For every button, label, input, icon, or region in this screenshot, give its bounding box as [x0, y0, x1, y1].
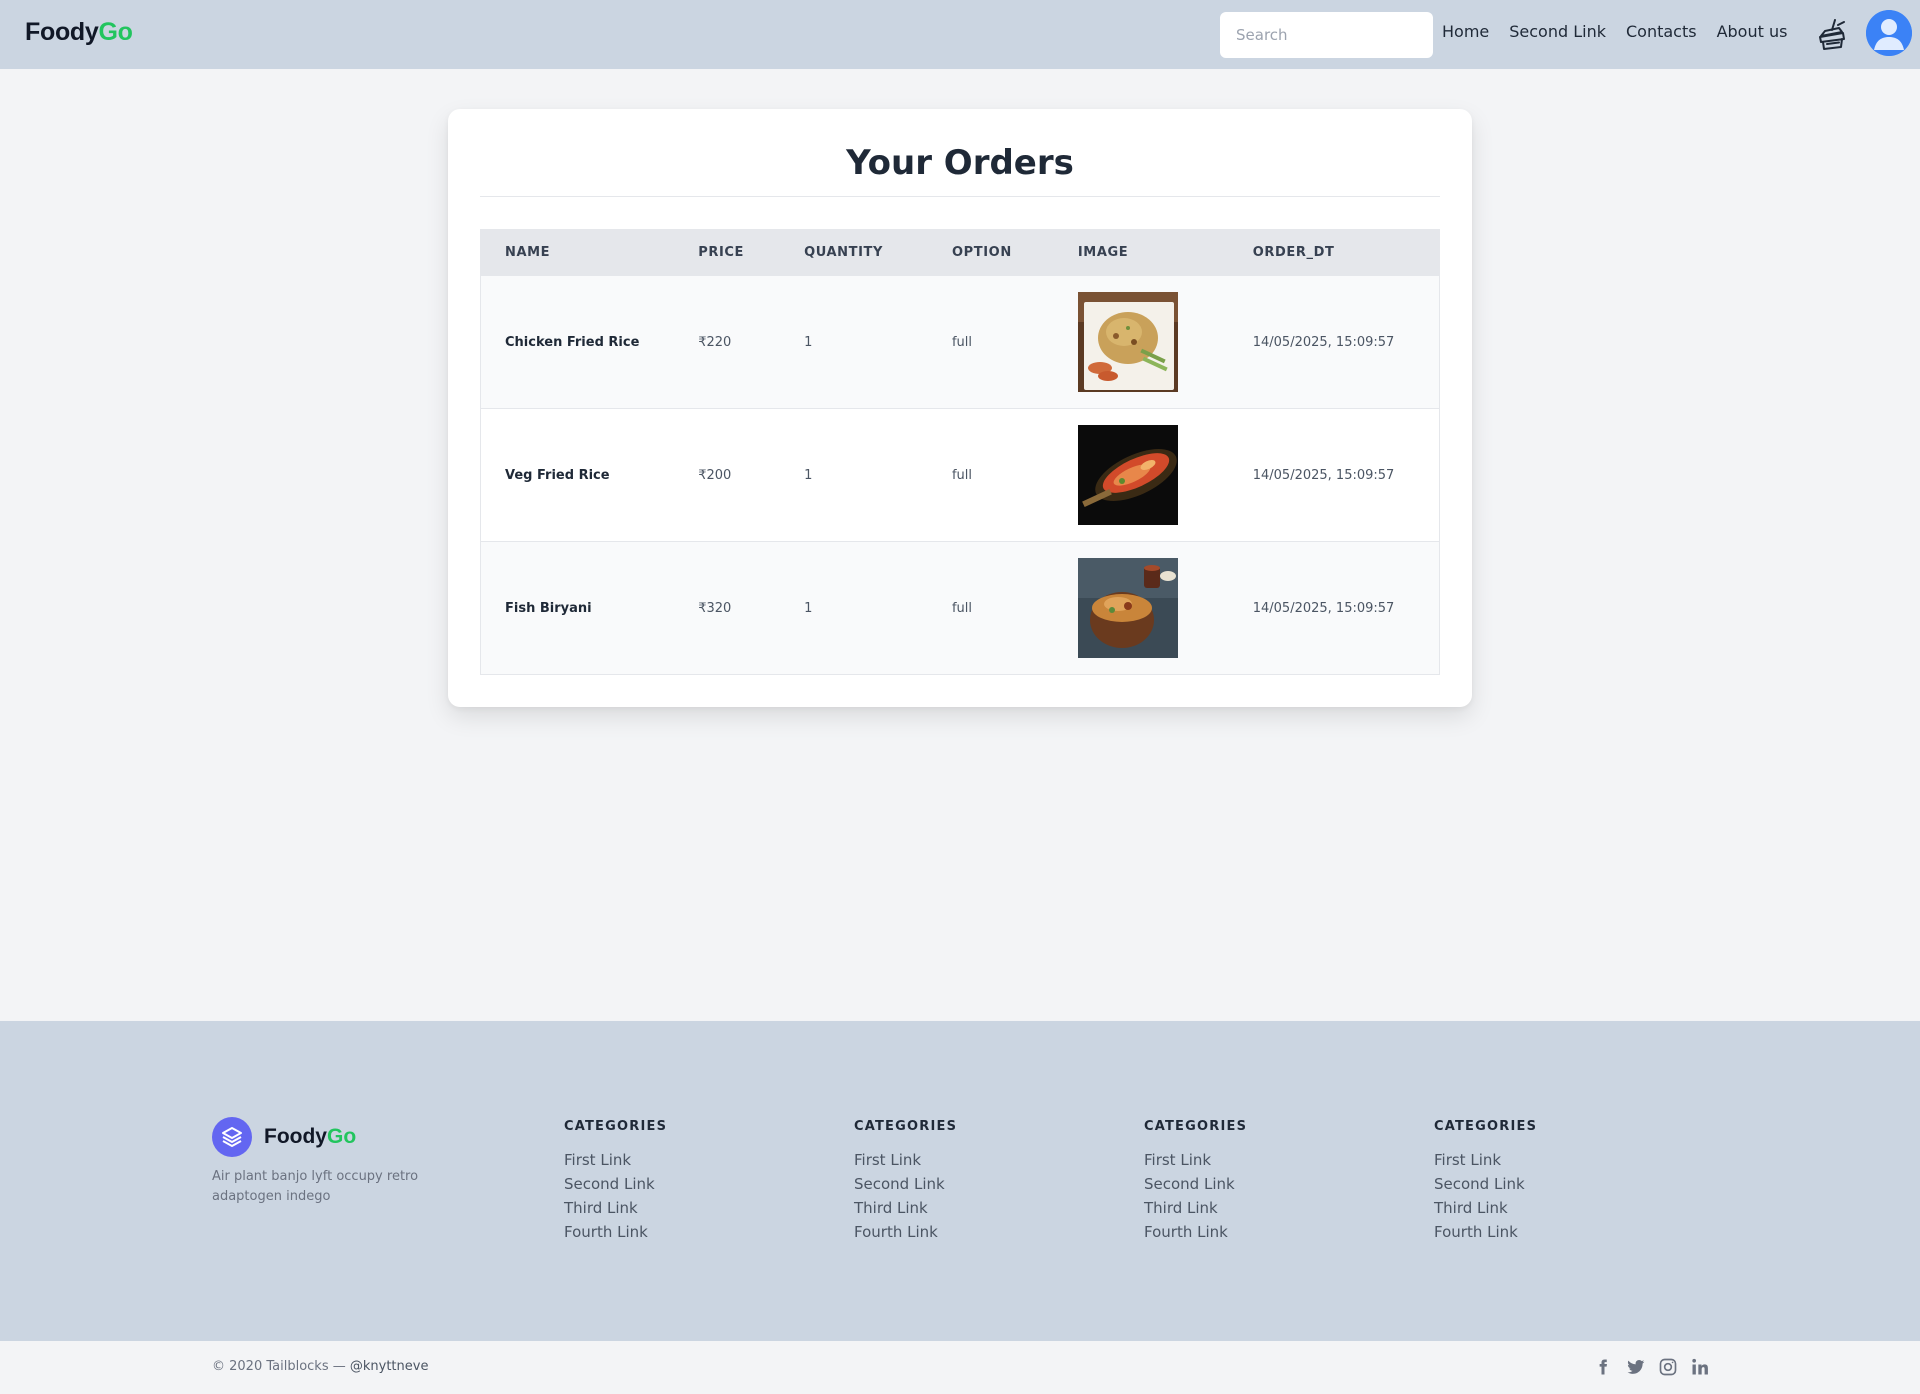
- footer-column-heading: CATEGORIES: [1434, 1119, 1538, 1134]
- brand-name-part1: Foody: [25, 18, 99, 46]
- chicken-fried-rice-image: [1077, 292, 1178, 392]
- nav-home-link[interactable]: Home: [1442, 22, 1489, 41]
- page-title: Your Orders: [846, 143, 1074, 183]
- footer-tagline: Air plant banjo lyft occupy retro adapto…: [212, 1169, 419, 1204]
- veg-fried-rice-image: [1077, 425, 1178, 525]
- footer-link[interactable]: Third Link: [1144, 1196, 1247, 1220]
- order-image-cell: [1054, 542, 1229, 675]
- footer-column-2: CATEGORIES First Link Second Link Third …: [854, 1119, 957, 1244]
- column-header-price: PRICE: [698, 245, 744, 260]
- nav-about-link[interactable]: About us: [1717, 22, 1788, 41]
- table-row: Chicken Fried Rice ₹220 1 full 14/05/202…: [480, 275, 1440, 409]
- footer-link[interactable]: First Link: [854, 1148, 957, 1172]
- order-price: ₹320: [698, 600, 732, 616]
- footer: FoodyGo Air plant banjo lyft occupy retr…: [0, 1021, 1920, 1341]
- linkedin-icon[interactable]: [1690, 1357, 1708, 1377]
- nav-contacts-link[interactable]: Contacts: [1626, 22, 1697, 41]
- title-divider: [480, 196, 1440, 197]
- order-option: full: [951, 334, 973, 350]
- footer-column-heading: CATEGORIES: [1144, 1119, 1248, 1134]
- order-image-cell: [1054, 276, 1229, 409]
- footer-column-3: CATEGORIES First Link Second Link Third …: [1144, 1119, 1247, 1244]
- twitter-icon[interactable]: [1626, 1357, 1645, 1377]
- orders-table: NAME PRICE QUANTITY OPTION IMAGE ORDER_D…: [480, 229, 1440, 675]
- order-image-cell: [1054, 409, 1229, 542]
- order-option: full: [951, 467, 973, 483]
- footer-column-heading: CATEGORIES: [564, 1119, 668, 1134]
- column-header-quantity: QUANTITY: [804, 245, 884, 260]
- table-header-row: NAME PRICE QUANTITY OPTION IMAGE ORDER_D…: [480, 229, 1440, 276]
- social-links: [1594, 1357, 1708, 1377]
- user-avatar-icon[interactable]: [1866, 10, 1912, 56]
- order-date: 14/05/2025, 15:09:57: [1252, 600, 1395, 616]
- footer-brand-part2: Go: [327, 1125, 357, 1148]
- footer-link[interactable]: Third Link: [854, 1196, 957, 1220]
- footer-link[interactable]: First Link: [1434, 1148, 1537, 1172]
- footer-column-4: CATEGORIES First Link Second Link Third …: [1434, 1119, 1537, 1244]
- copyright-label: © 2020 Tailblocks —: [212, 1359, 346, 1374]
- footer-bottom-bar: © 2020 Tailblocks — @knyttneve: [0, 1341, 1920, 1394]
- order-quantity: 1: [804, 334, 813, 350]
- author-handle-link[interactable]: @knyttneve: [350, 1359, 429, 1374]
- order-price: ₹200: [698, 467, 732, 483]
- table-row: Fish Biryani ₹320 1 full 14/05/2025, 15:…: [480, 541, 1440, 675]
- order-name: Chicken Fried Rice: [505, 334, 640, 350]
- food-cart-icon[interactable]: [1815, 18, 1847, 52]
- order-quantity: 1: [804, 467, 813, 483]
- footer-brand-part1: Foody: [264, 1125, 327, 1148]
- top-navbar: FoodyGo Home Second Link Contacts About …: [0, 0, 1920, 69]
- column-header-image: IMAGE: [1077, 245, 1129, 260]
- footer-link[interactable]: Second Link: [1434, 1172, 1537, 1196]
- fish-biryani-image: [1077, 558, 1178, 658]
- footer-brand[interactable]: FoodyGo: [212, 1117, 356, 1157]
- footer-link[interactable]: Second Link: [564, 1172, 667, 1196]
- order-name: Veg Fried Rice: [505, 467, 610, 483]
- search-input[interactable]: [1220, 12, 1433, 58]
- footer-link[interactable]: Third Link: [564, 1196, 667, 1220]
- brand-logo[interactable]: FoodyGo: [25, 18, 133, 47]
- order-price: ₹220: [698, 334, 732, 350]
- order-date: 14/05/2025, 15:09:57: [1252, 334, 1395, 350]
- footer-link[interactable]: Fourth Link: [854, 1220, 957, 1244]
- footer-brand-name: FoodyGo: [264, 1125, 356, 1149]
- footer-link[interactable]: Second Link: [854, 1172, 957, 1196]
- layers-logo-icon: [212, 1117, 252, 1157]
- main-nav: Home Second Link Contacts About us: [1442, 22, 1787, 41]
- nav-second-link[interactable]: Second Link: [1509, 22, 1606, 41]
- copyright-text: © 2020 Tailblocks — @knyttneve: [212, 1359, 428, 1374]
- footer-link[interactable]: Fourth Link: [1144, 1220, 1247, 1244]
- column-header-order-dt: ORDER_DT: [1252, 245, 1335, 260]
- facebook-icon[interactable]: [1594, 1357, 1612, 1377]
- footer-column-heading: CATEGORIES: [854, 1119, 958, 1134]
- footer-link[interactable]: Fourth Link: [564, 1220, 667, 1244]
- instagram-icon[interactable]: [1658, 1357, 1677, 1377]
- footer-link[interactable]: Second Link: [1144, 1172, 1247, 1196]
- column-header-name: NAME: [505, 245, 551, 260]
- column-header-option: OPTION: [951, 245, 1012, 260]
- brand-name-part2: Go: [98, 18, 133, 46]
- order-option: full: [951, 600, 973, 616]
- table-row: Veg Fried Rice ₹200 1 full 14/05/2025, 1…: [480, 408, 1440, 542]
- footer-link[interactable]: Third Link: [1434, 1196, 1537, 1220]
- footer-link[interactable]: First Link: [1144, 1148, 1247, 1172]
- footer-column-1: CATEGORIES First Link Second Link Third …: [564, 1119, 667, 1244]
- footer-link[interactable]: Fourth Link: [1434, 1220, 1537, 1244]
- footer-link[interactable]: First Link: [564, 1148, 667, 1172]
- order-quantity: 1: [804, 600, 813, 616]
- order-date: 14/05/2025, 15:09:57: [1252, 467, 1395, 483]
- order-name: Fish Biryani: [505, 600, 592, 616]
